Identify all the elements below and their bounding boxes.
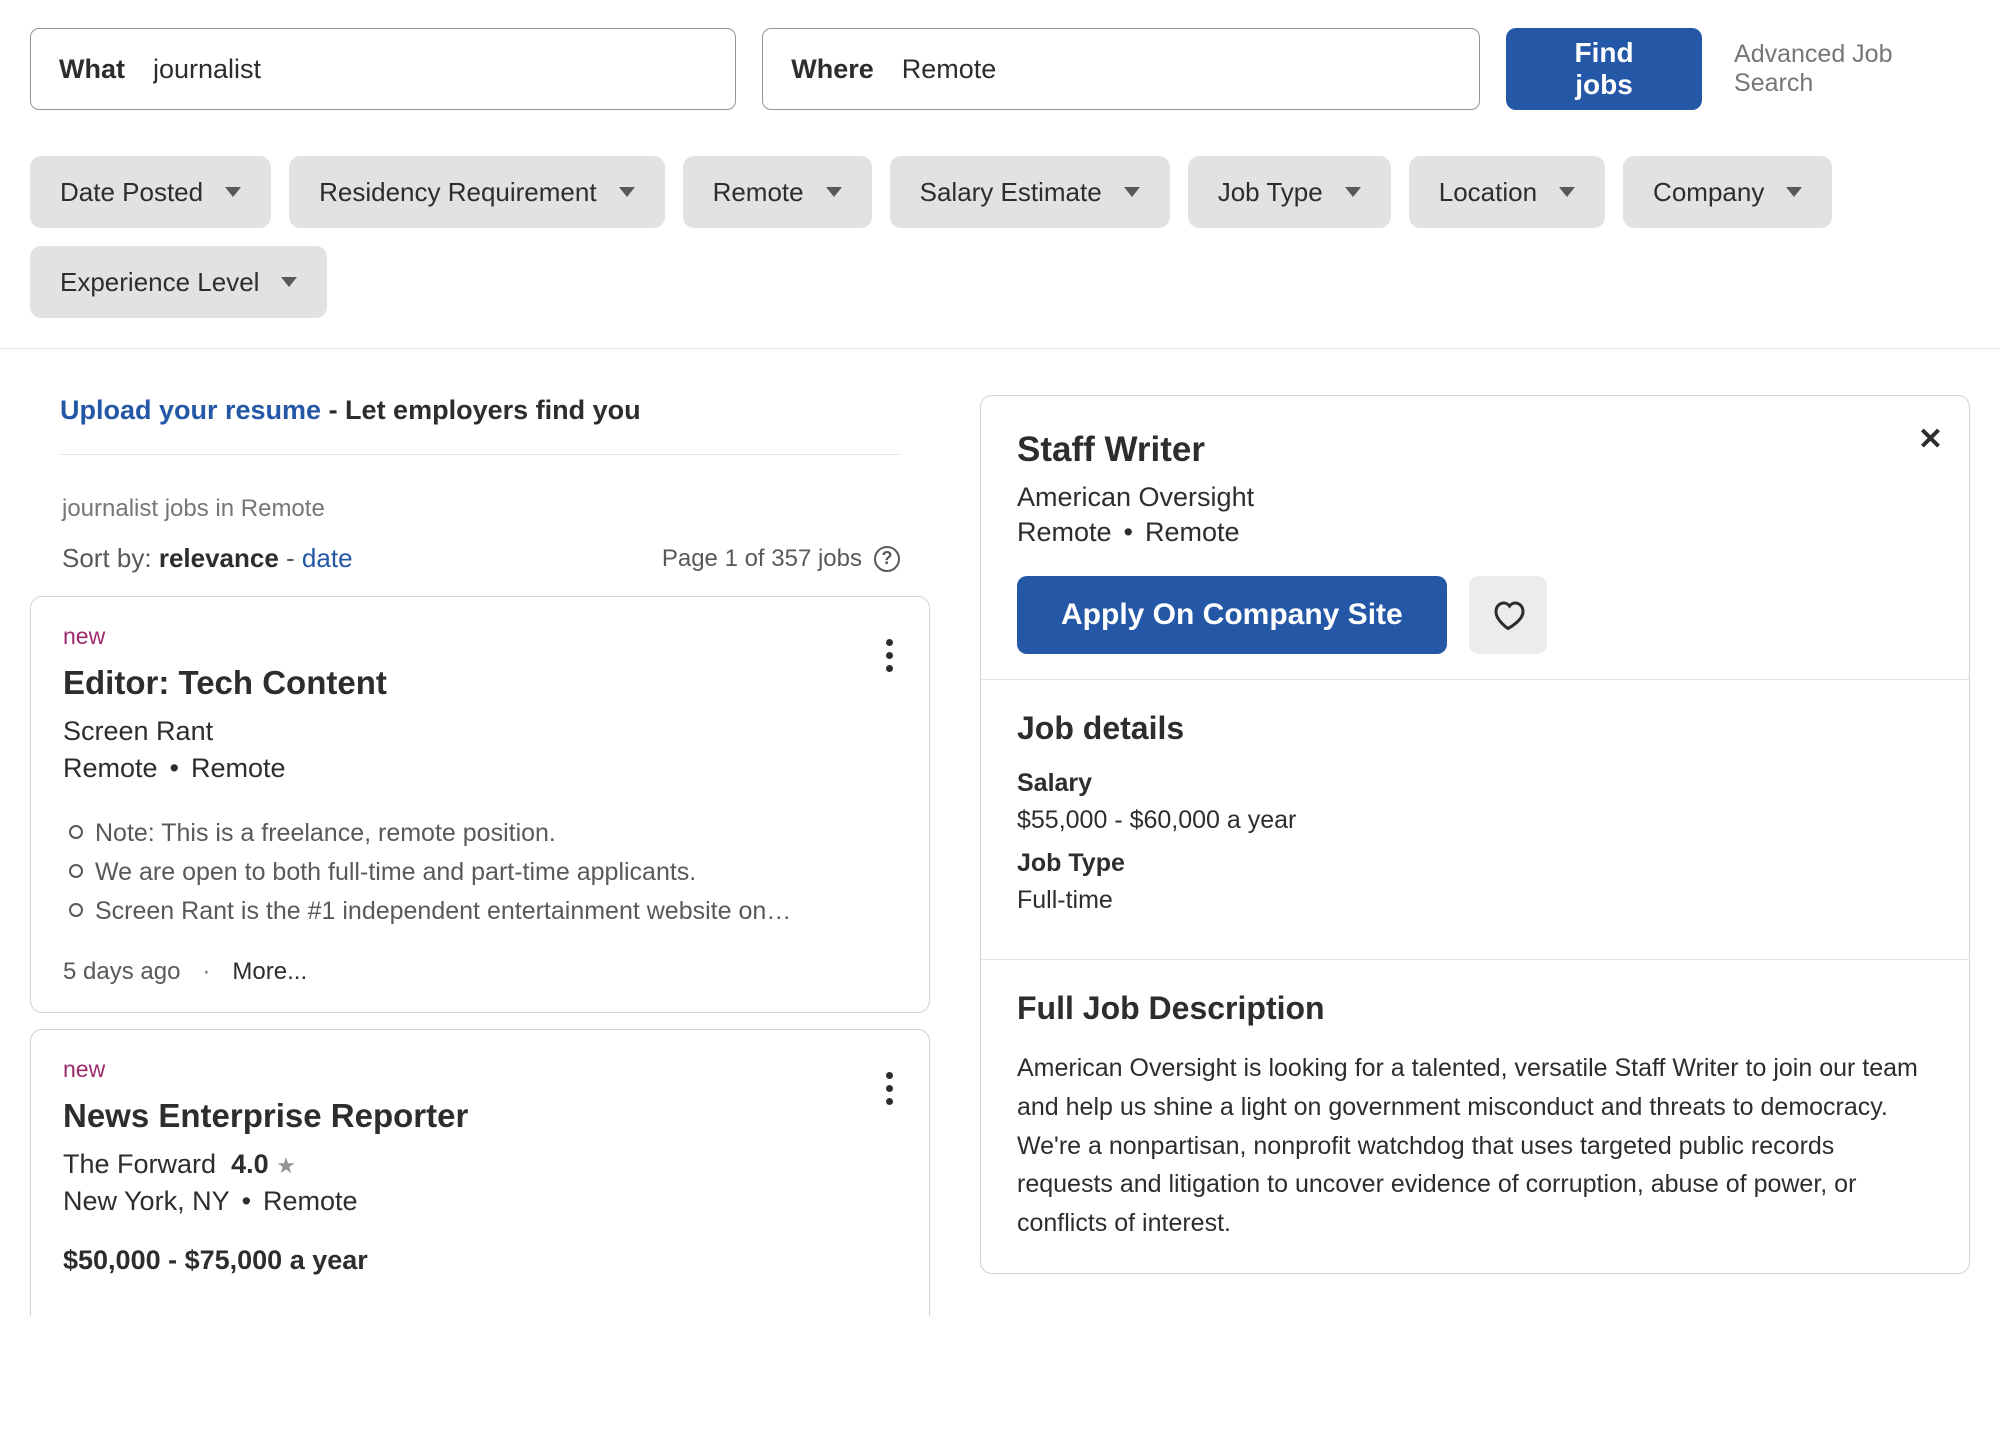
filter-job-type[interactable]: Job Type (1188, 156, 1391, 228)
save-job-button[interactable] (1469, 576, 1547, 654)
new-badge: new (63, 623, 897, 650)
detail-location: Remote•Remote (1017, 517, 1933, 548)
detail-company[interactable]: American Oversight (1017, 482, 1933, 513)
type-label: Job Type (1017, 849, 1933, 878)
filter-residency[interactable]: Residency Requirement (289, 156, 664, 228)
search-bar: What Where Find jobs Advanced Job Search (30, 28, 1970, 110)
kebab-icon[interactable] (880, 1066, 899, 1111)
results-column: Upload your resume - Let employers find … (30, 395, 930, 1332)
detail-column: ✕ Staff Writer American Oversight Remote… (980, 395, 1970, 1332)
type-value: Full-time (1017, 886, 1933, 915)
filter-label: Company (1653, 177, 1764, 208)
loc-a: New York, NY (63, 1186, 230, 1216)
detail-header: ✕ Staff Writer American Oversight Remote… (981, 396, 1969, 679)
posted-age: 5 days ago (63, 958, 180, 986)
job-company[interactable]: The Forward 4.0 ★ (63, 1149, 897, 1180)
job-description-section: Full Job Description American Oversight … (981, 959, 1969, 1273)
chevron-down-icon (1559, 187, 1575, 197)
filter-row: Date Posted Residency Requirement Remote… (30, 156, 1970, 348)
salary-value: $55,000 - $60,000 a year (1017, 806, 1933, 835)
star-icon: ★ (276, 1153, 296, 1178)
salary: $50,000 - $75,000 a year (63, 1245, 897, 1276)
filter-company[interactable]: Company (1623, 156, 1832, 228)
job-card[interactable]: new Editor: Tech Content Screen Rant Rem… (30, 596, 930, 1013)
loc-a: Remote (1017, 517, 1112, 547)
kebab-icon[interactable] (880, 633, 899, 678)
filter-remote[interactable]: Remote (683, 156, 872, 228)
sort-date[interactable]: date (302, 543, 353, 573)
sort-label: Sort by: (62, 543, 159, 573)
filter-salary[interactable]: Salary Estimate (890, 156, 1170, 228)
section-heading: Job details (1017, 710, 1933, 747)
where-label: Where (791, 54, 874, 85)
job-location: Remote•Remote (63, 753, 897, 784)
loc-b: Remote (191, 753, 286, 783)
job-details-section: Job details Salary $55,000 - $60,000 a y… (981, 679, 1969, 959)
highlight: Screen Rant is the #1 independent entert… (63, 892, 897, 931)
company-rating: 4.0 (231, 1149, 269, 1179)
loc-a: Remote (63, 753, 158, 783)
filter-label: Experience Level (60, 267, 259, 298)
filter-label: Residency Requirement (319, 177, 596, 208)
what-input[interactable] (153, 54, 707, 85)
section-heading: Full Job Description (1017, 990, 1933, 1027)
chevron-down-icon (1345, 187, 1361, 197)
close-icon[interactable]: ✕ (1918, 422, 1943, 457)
upload-resume-bar: Upload your resume - Let employers find … (60, 395, 900, 455)
where-input[interactable] (902, 54, 1451, 85)
loc-b: Remote (263, 1186, 358, 1216)
help-icon[interactable]: ? (874, 546, 900, 572)
sort-relevance[interactable]: relevance (159, 543, 279, 573)
divider (0, 348, 2000, 349)
job-detail-panel: ✕ Staff Writer American Oversight Remote… (980, 395, 1970, 1274)
sort-row: Sort by: relevance - date Page 1 of 357 … (62, 543, 900, 574)
description-text: American Oversight is looking for a tale… (1017, 1049, 1933, 1243)
upload-resume-text: - Let employers find you (321, 395, 641, 425)
advanced-search-link[interactable]: Advanced Job Search (1734, 40, 1970, 98)
loc-b: Remote (1145, 517, 1240, 547)
job-highlights: Note: This is a freelance, remote positi… (63, 814, 897, 930)
filter-label: Date Posted (60, 177, 203, 208)
query-summary: journalist jobs in Remote (62, 495, 930, 523)
heart-icon (1490, 597, 1526, 633)
page-info: Page 1 of 357 jobs ? (662, 545, 900, 573)
chevron-down-icon (619, 187, 635, 197)
chevron-down-icon (1124, 187, 1140, 197)
filter-location[interactable]: Location (1409, 156, 1605, 228)
filter-label: Salary Estimate (920, 177, 1102, 208)
salary-label: Salary (1017, 769, 1933, 798)
highlight: We are open to both full-time and part-t… (63, 853, 897, 892)
job-title[interactable]: Editor: Tech Content (63, 664, 897, 702)
chevron-down-icon (281, 277, 297, 287)
job-card[interactable]: new News Enterprise Reporter The Forward… (30, 1029, 930, 1316)
filter-date-posted[interactable]: Date Posted (30, 156, 271, 228)
filter-label: Location (1439, 177, 1537, 208)
job-company[interactable]: Screen Rant (63, 716, 897, 747)
filter-label: Job Type (1218, 177, 1323, 208)
where-search-box[interactable]: Where (762, 28, 1480, 110)
filter-label: Remote (713, 177, 804, 208)
chevron-down-icon (1786, 187, 1802, 197)
card-footer: 5 days ago · More... (63, 958, 897, 986)
job-location: New York, NY•Remote (63, 1186, 897, 1217)
sort-sep: - (279, 543, 302, 573)
upload-resume-link[interactable]: Upload your resume (60, 395, 321, 425)
chevron-down-icon (225, 187, 241, 197)
job-title[interactable]: News Enterprise Reporter (63, 1097, 897, 1135)
what-label: What (59, 54, 125, 85)
apply-button[interactable]: Apply On Company Site (1017, 576, 1447, 654)
new-badge: new (63, 1056, 897, 1083)
what-search-box[interactable]: What (30, 28, 736, 110)
page-info-text: Page 1 of 357 jobs (662, 545, 862, 573)
filter-experience[interactable]: Experience Level (30, 246, 327, 318)
more-link[interactable]: More... (232, 958, 307, 986)
find-jobs-button[interactable]: Find jobs (1506, 28, 1702, 110)
chevron-down-icon (826, 187, 842, 197)
company-name: The Forward (63, 1149, 216, 1179)
highlight: Note: This is a freelance, remote positi… (63, 814, 897, 853)
detail-title: Staff Writer (1017, 430, 1933, 470)
